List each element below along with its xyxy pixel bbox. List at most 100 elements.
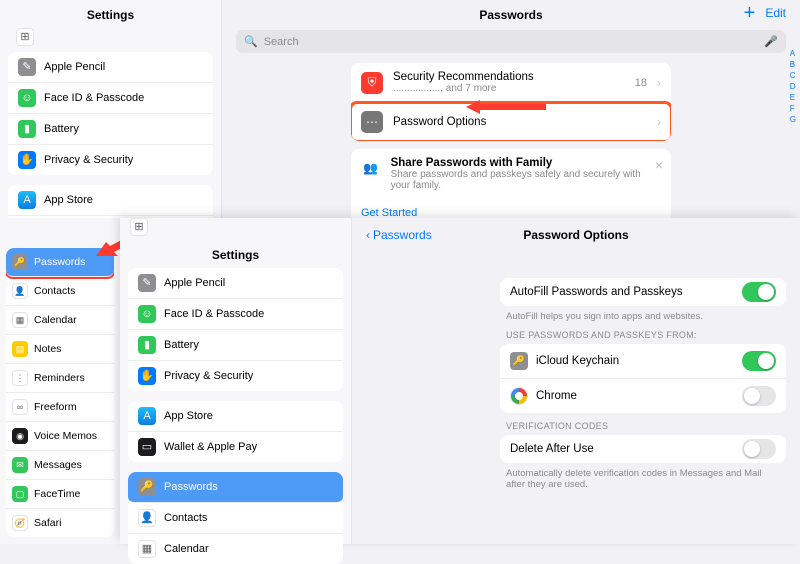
sidebar-item-label: Notes bbox=[34, 343, 61, 355]
passwords-icon: 🔑 bbox=[138, 478, 156, 496]
apple-pencil-icon: ✎ bbox=[138, 274, 156, 292]
sidebar-item-facetime[interactable]: ▢FaceTime bbox=[6, 480, 114, 509]
faceid-icon: ☺ bbox=[138, 305, 156, 323]
sidebar-item-contacts[interactable]: 👤 Contacts bbox=[6, 277, 114, 306]
sidebar-item-label: Calendar bbox=[34, 314, 77, 326]
sidebar-item-label: Wallet & Apple Pay bbox=[164, 441, 257, 453]
privacy-icon: ✋ bbox=[138, 367, 156, 385]
index-letter[interactable]: A bbox=[788, 48, 798, 59]
delete-after-use-row[interactable]: Delete After Use bbox=[500, 435, 786, 463]
search-field[interactable]: 🔍 Search 🎤 bbox=[236, 30, 786, 53]
autofill-toggle-row[interactable]: AutoFill Passwords and Passkeys bbox=[500, 278, 786, 306]
safari-icon: 🧭 bbox=[12, 515, 28, 531]
row-icon-crop: ⊞ bbox=[16, 28, 34, 46]
sidebar-item-label: App Store bbox=[164, 410, 213, 422]
share-title: Share Passwords with Family bbox=[391, 157, 661, 169]
source-row[interactable]: 🔑iCloud Keychain bbox=[500, 344, 786, 379]
freeform-icon: ∞ bbox=[12, 399, 28, 415]
sidebar-item-contacts[interactable]: 👤Contacts bbox=[128, 503, 343, 534]
sidebar-item-label: Battery bbox=[164, 339, 199, 351]
family-icon: 👥 bbox=[361, 157, 381, 179]
sidebar-item-messages[interactable]: ✉Messages bbox=[6, 451, 114, 480]
add-button[interactable]: + bbox=[744, 8, 756, 18]
index-letter[interactable]: B bbox=[788, 59, 798, 70]
calendar-icon: ▦ bbox=[138, 540, 156, 558]
sidebar-item-label: Battery bbox=[44, 123, 79, 135]
contacts-icon: 👤 bbox=[138, 509, 156, 527]
sidebar-item-appstore[interactable]: A App Store bbox=[128, 401, 343, 432]
appstore-icon: A bbox=[138, 407, 156, 425]
wallet-icon: ▭ bbox=[138, 438, 156, 456]
sidebar-item-voicememos[interactable]: ◉Voice Memos bbox=[6, 422, 114, 451]
sidebar-item-wallet[interactable]: ▭ Wallet & Apple Pay bbox=[128, 432, 343, 462]
battery-icon: ▮ bbox=[138, 336, 156, 354]
back-button[interactable]: ‹Passwords bbox=[366, 228, 432, 242]
sidebar-item-reminders[interactable]: ⋮Reminders bbox=[6, 364, 114, 393]
autofill-switch[interactable] bbox=[742, 282, 776, 302]
sidebar-item-apple-pencil[interactable]: ✎ Apple Pencil bbox=[128, 268, 343, 299]
sidebar-item-battery[interactable]: ▮ Battery bbox=[128, 330, 343, 361]
sidebar-item-label: Apple Pencil bbox=[164, 277, 225, 289]
sidebar-item-faceid[interactable]: ☺Face ID & Passcode bbox=[8, 83, 213, 114]
close-icon[interactable]: × bbox=[655, 157, 663, 173]
sidebar-item-battery[interactable]: ▮Battery bbox=[8, 114, 213, 145]
sidebar-item-calendar[interactable]: ▦Calendar bbox=[6, 306, 114, 335]
chevron-left-icon: ‹ bbox=[366, 228, 370, 242]
sidebar-item-calendar[interactable]: ▦Calendar bbox=[128, 534, 343, 564]
search-placeholder: Search bbox=[264, 36, 299, 48]
source-icon bbox=[510, 387, 528, 405]
source-icon: 🔑 bbox=[510, 352, 528, 370]
sidebar-item-label: Freeform bbox=[34, 401, 77, 413]
sidebar-title: Settings bbox=[120, 240, 351, 268]
sidebar-item-passwords[interactable]: 🔑 Passwords bbox=[128, 472, 343, 503]
options-icon: ⋯ bbox=[361, 111, 383, 133]
share-sub: Share passwords and passkeys safely and … bbox=[391, 169, 661, 191]
sidebar-item-label: Face ID & Passcode bbox=[164, 308, 264, 320]
sidebar-item-apple-pencil[interactable]: ✎Apple Pencil bbox=[8, 52, 213, 83]
sidebar-item-faceid[interactable]: ☺ Face ID & Passcode bbox=[128, 299, 343, 330]
index-letter[interactable]: E bbox=[788, 92, 798, 103]
shield-alert-icon: ⛨ bbox=[361, 72, 383, 94]
sidebar-item-appstore[interactable]: AApp Store bbox=[8, 185, 213, 216]
sidebar-item-notes[interactable]: ▤ Notes bbox=[6, 335, 114, 364]
sidebar-item-label: Face ID & Passcode bbox=[44, 92, 144, 104]
sidebar-item-label: Reminders bbox=[34, 372, 85, 384]
sidebar-item-privacy[interactable]: ✋ Privacy & Security bbox=[8, 145, 213, 175]
sec-rec-title: Security Recommendations bbox=[393, 71, 534, 83]
chevron-right-icon: › bbox=[657, 76, 661, 90]
sec-rec-sub: ................., and 7 more bbox=[393, 83, 534, 94]
sidebar-item-label: Contacts bbox=[34, 285, 75, 297]
source-row[interactable]: Chrome bbox=[500, 379, 786, 413]
verification-caption: VERIFICATION CODES bbox=[500, 413, 786, 435]
apple-pencil-icon: ✎ bbox=[18, 58, 36, 76]
contacts-icon: 👤 bbox=[12, 283, 28, 299]
notes-icon: ▤ bbox=[12, 341, 28, 357]
index-letter[interactable]: D bbox=[788, 81, 798, 92]
sidebar-item-label: Messages bbox=[34, 459, 82, 471]
sidebar-item-label: Privacy & Security bbox=[164, 370, 253, 382]
delete-label: Delete After Use bbox=[510, 443, 594, 455]
index-letter[interactable]: C bbox=[788, 70, 798, 81]
delete-switch[interactable] bbox=[742, 439, 776, 459]
autofill-label: AutoFill Passwords and Passkeys bbox=[510, 286, 683, 298]
index-letter[interactable]: F bbox=[788, 103, 798, 114]
privacy-icon: ✋ bbox=[18, 151, 36, 169]
sidebar-item-label: Passwords bbox=[164, 481, 218, 493]
alpha-index[interactable]: ABCDEFG bbox=[788, 48, 798, 125]
source-switch[interactable] bbox=[742, 351, 776, 371]
source-switch[interactable] bbox=[742, 386, 776, 406]
sidebar-item-safari[interactable]: 🧭 Safari bbox=[6, 509, 114, 537]
sidebar-item-label: FaceTime bbox=[34, 488, 80, 500]
settings-sidebar-lower: 🔑Passwords👤Contacts▦Calendar▤Notes⋮Remin… bbox=[0, 218, 120, 544]
sec-rec-count: 18 bbox=[635, 77, 647, 89]
password-options-pane: ‹Passwords Password Options AutoFill Pas… bbox=[352, 218, 800, 544]
index-letter[interactable]: G bbox=[788, 114, 798, 125]
sidebar-item-label: Safari bbox=[34, 517, 61, 529]
edit-button[interactable]: Edit bbox=[765, 6, 786, 20]
page-title: Passwords bbox=[479, 8, 542, 22]
source-label: Chrome bbox=[536, 390, 577, 402]
sidebar-item-freeform[interactable]: ∞ Freeform bbox=[6, 393, 114, 422]
sidebar-item-label: Privacy & Security bbox=[44, 154, 133, 166]
sidebar-item-privacy[interactable]: ✋ Privacy & Security bbox=[128, 361, 343, 391]
dictate-icon[interactable]: 🎤 bbox=[764, 35, 778, 48]
